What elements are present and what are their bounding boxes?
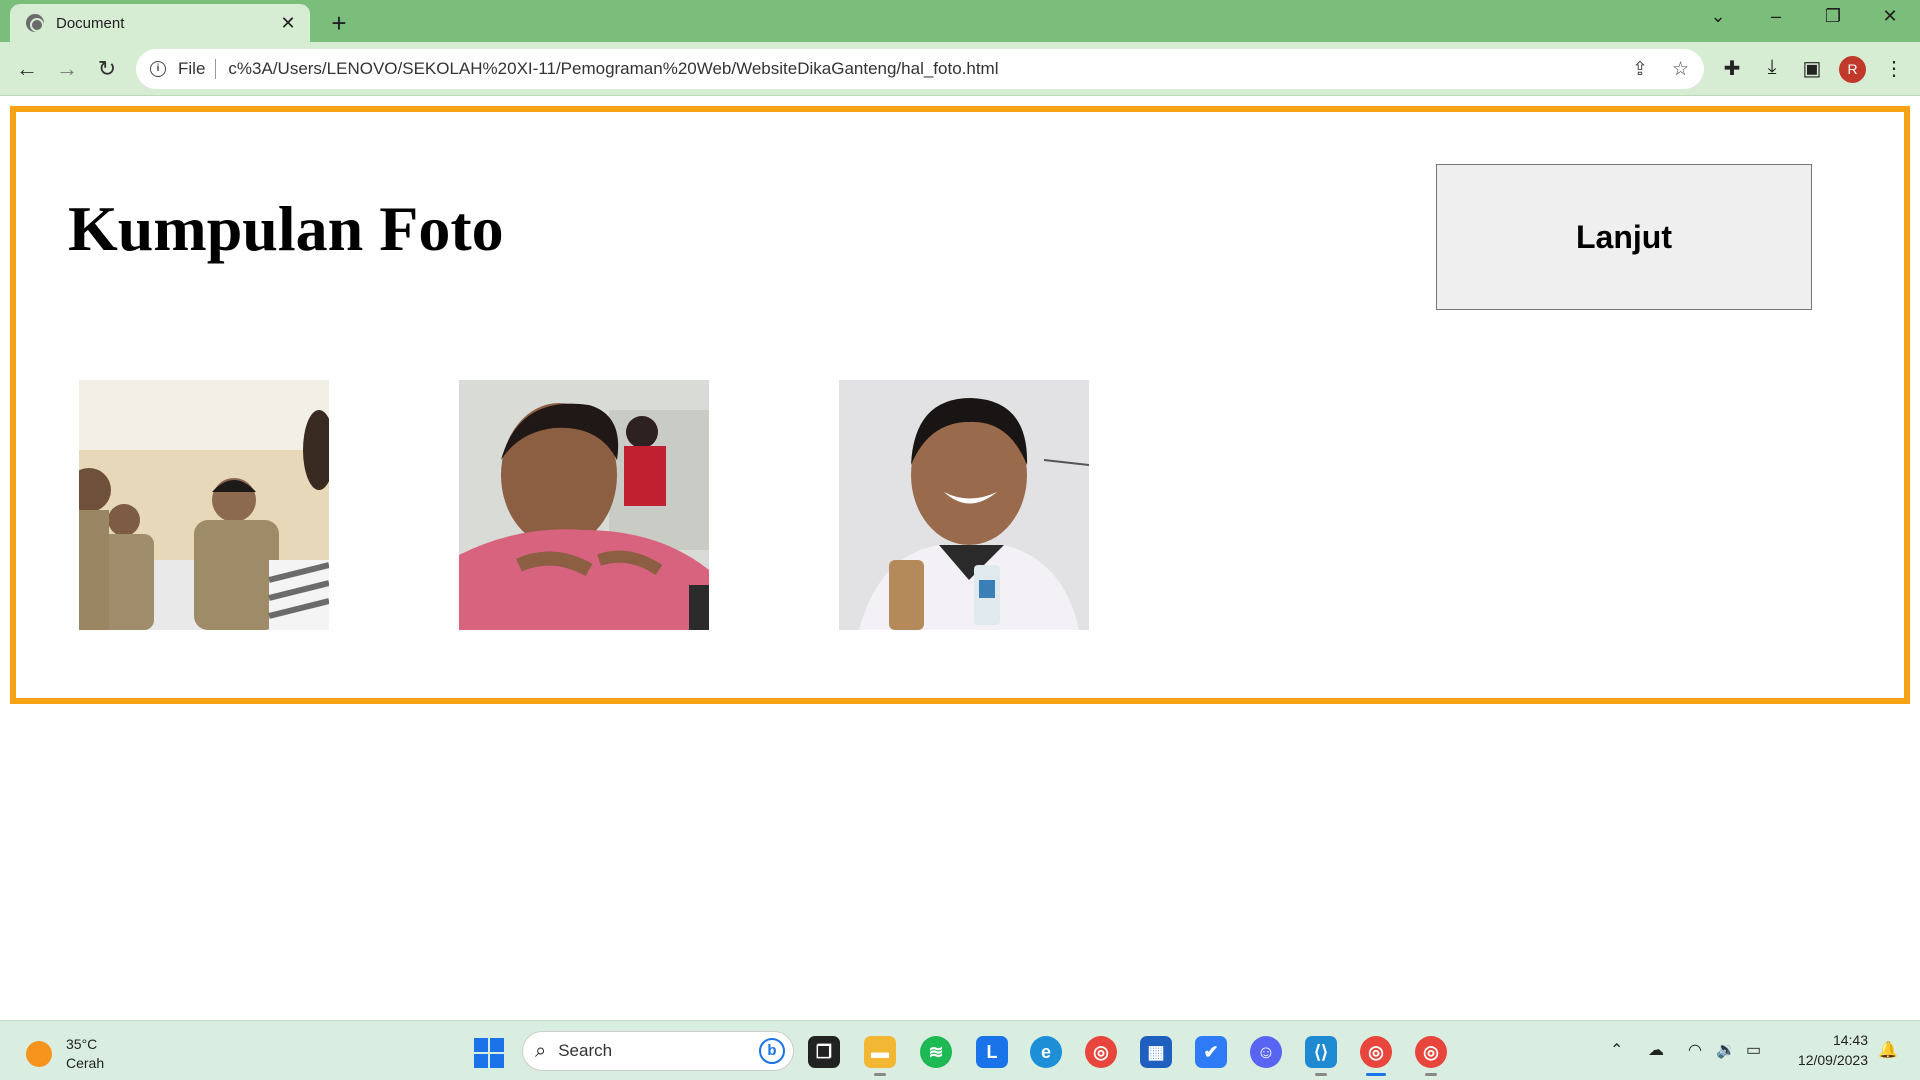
discord-icon[interactable]: ☺ [1250, 1036, 1282, 1068]
back-button[interactable]: ← [13, 55, 41, 83]
chrome-profile-r2-icon[interactable]: ◎ [1415, 1036, 1447, 1068]
tab-title: Document [56, 14, 125, 32]
volume-icon[interactable]: 🔉 [1716, 1040, 1736, 1060]
address-url[interactable]: c%3A/Users/LENOVO/SEKOLAH%20XI-11/Pemogr… [228, 59, 998, 79]
running-indicator [1315, 1073, 1327, 1076]
tab-document[interactable]: Document ✕ [10, 4, 310, 42]
weather-temperature: 35°C [66, 1036, 98, 1052]
windows-logo-icon [474, 1038, 488, 1052]
search-placeholder: Search [558, 1041, 613, 1060]
minimize-button[interactable]: – [1756, 6, 1796, 27]
download-icon[interactable]: ⤓ [1758, 56, 1786, 79]
globe-icon [26, 14, 44, 32]
bing-icon[interactable]: b [759, 1038, 785, 1064]
menu-icon[interactable]: ⋮ [1880, 56, 1908, 81]
chrome-icon[interactable]: ◎ [1085, 1036, 1117, 1068]
address-bar[interactable]: i File c%3A/Users/LENOVO/SEKOLAH%20XI-11… [136, 49, 1704, 89]
file-explorer-icon[interactable]: ▬ [864, 1036, 896, 1068]
l-app-icon[interactable]: L [976, 1036, 1008, 1068]
forward-button[interactable]: → [53, 55, 81, 83]
onedrive-icon[interactable]: ☁ [1648, 1040, 1664, 1060]
battery-icon[interactable]: ▭ [1746, 1040, 1761, 1060]
page-title: Kumpulan Foto [68, 193, 504, 264]
vscode-icon[interactable]: ⟨⟩ [1305, 1036, 1337, 1068]
running-indicator [1425, 1073, 1437, 1076]
clock[interactable]: 14:43 12/09/2023 [1778, 1030, 1868, 1070]
restore-button[interactable]: ❐ [1813, 6, 1853, 27]
edge-icon[interactable]: e [1030, 1036, 1062, 1068]
chrome-profile-r-icon[interactable]: ◎ [1360, 1036, 1392, 1068]
search-icon: ⌕ [535, 1039, 547, 1062]
info-icon[interactable]: i [150, 61, 166, 77]
todo-icon[interactable]: ✔ [1195, 1036, 1227, 1068]
start-button[interactable] [474, 1038, 504, 1068]
address-scheme: File [178, 59, 217, 79]
photo-classroom [79, 380, 329, 630]
clock-date: 12/09/2023 [1797, 1052, 1868, 1068]
spotify-icon[interactable]: ≋ [920, 1036, 952, 1068]
active-indicator [1366, 1073, 1386, 1076]
microsoft-store-icon[interactable]: ▦ [1140, 1036, 1172, 1068]
profile-avatar[interactable]: R [1839, 56, 1866, 83]
weather-condition: Cerah [66, 1055, 105, 1071]
side-panel-icon[interactable]: ▣ [1798, 56, 1826, 81]
photo-smiling [839, 380, 1089, 630]
tab-strip: Document ✕ + ⌄ – ❐ ✕ [0, 0, 1920, 42]
taskbar-search[interactable]: ⌕ Search b [522, 1031, 794, 1071]
clock-time: 14:43 [1832, 1032, 1868, 1048]
sun-icon [26, 1041, 52, 1067]
photo-pink-shirt [459, 380, 709, 630]
notification-icon[interactable]: 🔔 [1878, 1040, 1898, 1060]
show-hidden-icons-icon[interactable]: ⌃ [1610, 1040, 1623, 1060]
close-window-button[interactable]: ✕ [1870, 6, 1910, 27]
running-indicator [874, 1073, 886, 1076]
bookmark-star-icon[interactable]: ☆ [1672, 58, 1689, 81]
close-tab-icon[interactable]: ✕ [278, 13, 298, 34]
task-view-icon[interactable]: ❐ [808, 1036, 840, 1068]
weather-widget[interactable]: 35°C Cerah [26, 1035, 104, 1073]
share-icon[interactable]: ⇪ [1632, 58, 1648, 81]
reload-button[interactable]: ↻ [93, 55, 121, 83]
browser-chrome: Document ✕ + ⌄ – ❐ ✕ ← → ↻ i File c%3A/U… [0, 0, 1920, 96]
browser-toolbar: ← → ↻ i File c%3A/Users/LENOVO/SEKOLAH%2… [0, 42, 1920, 96]
next-button[interactable]: Lanjut [1436, 164, 1812, 310]
page-content: Kumpulan Foto Lanjut [0, 96, 1920, 1020]
taskbar: 35°C Cerah ⌕ Search b ❐ ▬ ≋ L e ◎ ▦ ✔ ☺ … [0, 1020, 1920, 1080]
wifi-icon[interactable]: ◠ [1688, 1040, 1702, 1060]
tab-search-icon[interactable]: ⌄ [1698, 6, 1738, 27]
extensions-icon[interactable]: ✚ [1718, 56, 1746, 81]
new-tab-button[interactable]: + [326, 8, 352, 39]
